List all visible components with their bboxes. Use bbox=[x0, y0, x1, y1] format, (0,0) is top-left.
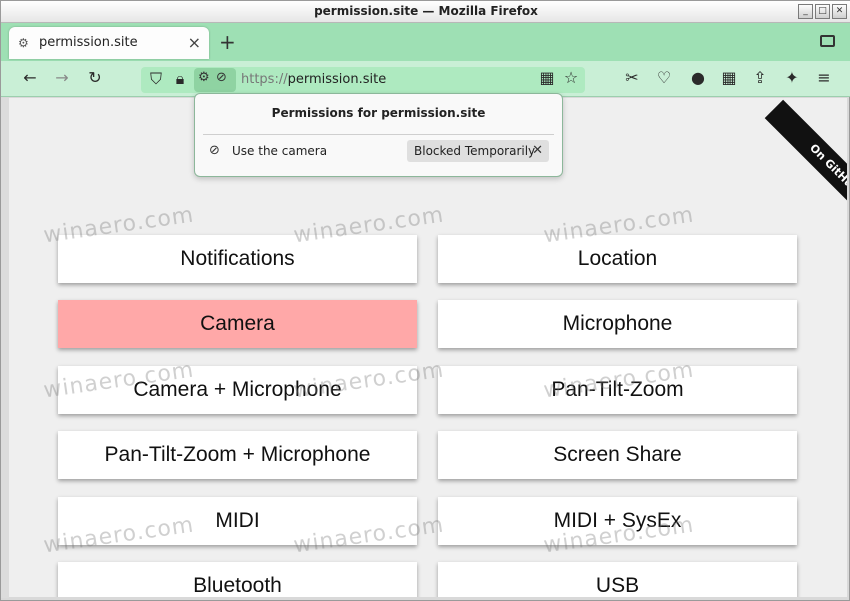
left-edge bbox=[1, 98, 9, 598]
tab-permission-site[interactable]: ⚙ permission.site × bbox=[9, 27, 209, 59]
upload-icon[interactable]: ⇪ bbox=[749, 68, 771, 87]
permission-state-badge: Blocked Temporarily ✕ bbox=[407, 140, 549, 162]
minimize-button[interactable]: _ bbox=[798, 4, 813, 19]
url-text[interactable]: https://permission.site bbox=[241, 72, 386, 87]
addons-icon[interactable]: ▦ bbox=[718, 68, 740, 87]
midi-sysex-button[interactable]: MIDI + SysEx bbox=[438, 497, 797, 545]
pan-tilt-zoom-button[interactable]: Pan-Tilt-Zoom bbox=[438, 366, 797, 414]
extensions-puzzle-icon[interactable]: ✦ bbox=[781, 68, 803, 87]
permissions-icon: ⚙ bbox=[198, 70, 210, 85]
bookmark-star-icon[interactable]: ☆ bbox=[560, 68, 582, 87]
github-ribbon-link[interactable]: On GitHub bbox=[764, 99, 847, 239]
clear-permission-icon[interactable]: ✕ bbox=[532, 140, 543, 162]
maximize-button[interactable]: □ bbox=[815, 4, 830, 19]
close-window-button[interactable]: ✕ bbox=[832, 4, 847, 19]
window-title: permission.site — Mozilla Firefox bbox=[314, 4, 538, 18]
camera-blocked-icon: ⊘ bbox=[216, 70, 227, 85]
tab-bar: ⚙ permission.site × bbox=[1, 23, 850, 61]
browser-window: permission.site — Mozilla Firefox _ □ ✕ … bbox=[0, 0, 850, 601]
close-tab-icon[interactable]: × bbox=[188, 33, 201, 52]
list-all-tabs-icon[interactable] bbox=[820, 35, 835, 47]
back-icon[interactable]: ← bbox=[19, 68, 41, 87]
account-icon[interactable]: ● bbox=[687, 68, 709, 87]
panel-divider bbox=[203, 134, 554, 135]
camera-microphone-button[interactable]: Camera + Microphone bbox=[58, 366, 417, 414]
reload-icon[interactable]: ↻ bbox=[84, 68, 106, 87]
site-permissions-panel: Permissions for permission.site ⊘ Use th… bbox=[194, 93, 563, 177]
camera-off-icon: ⊘ bbox=[209, 143, 220, 158]
forward-icon[interactable]: → bbox=[51, 68, 73, 87]
lock-icon[interactable]: 🔒︎ bbox=[169, 69, 191, 89]
notifications-button[interactable]: Notifications bbox=[58, 235, 417, 283]
site-permissions-button[interactable]: ⚙ ⊘ bbox=[194, 68, 236, 92]
permission-label: Use the camera bbox=[232, 144, 328, 158]
title-bar: permission.site — Mozilla Firefox _ □ ✕ bbox=[1, 1, 850, 23]
window-controls: _ □ ✕ bbox=[798, 4, 847, 19]
screenshot-icon[interactable]: ✂ bbox=[621, 68, 643, 87]
extensions-grid-icon[interactable]: ▦ bbox=[536, 68, 558, 87]
pan-tilt-zoom-microphone-button[interactable]: Pan-Tilt-Zoom + Microphone bbox=[58, 431, 417, 479]
tracking-protection-shield-icon[interactable]: ⛉ bbox=[145, 69, 167, 89]
camera-button[interactable]: Camera bbox=[58, 300, 417, 348]
usb-button[interactable]: USB bbox=[438, 562, 797, 597]
menu-icon[interactable]: ≡ bbox=[813, 68, 835, 87]
permission-state-text: Blocked Temporarily bbox=[414, 144, 536, 158]
pocket-icon[interactable]: ♡ bbox=[653, 68, 675, 87]
midi-button[interactable]: MIDI bbox=[58, 497, 417, 545]
panel-title: Permissions for permission.site bbox=[271, 106, 486, 120]
new-tab-button[interactable]: + bbox=[219, 30, 236, 54]
location-button[interactable]: Location bbox=[438, 235, 797, 283]
url-host: permission.site bbox=[287, 72, 387, 87]
url-scheme: https:// bbox=[241, 72, 288, 87]
microphone-button[interactable]: Microphone bbox=[438, 300, 797, 348]
tab-title: permission.site bbox=[39, 35, 138, 50]
bluetooth-button[interactable]: Bluetooth bbox=[58, 562, 417, 597]
permissions-favicon-icon: ⚙ bbox=[18, 36, 29, 50]
screen-share-button[interactable]: Screen Share bbox=[438, 431, 797, 479]
